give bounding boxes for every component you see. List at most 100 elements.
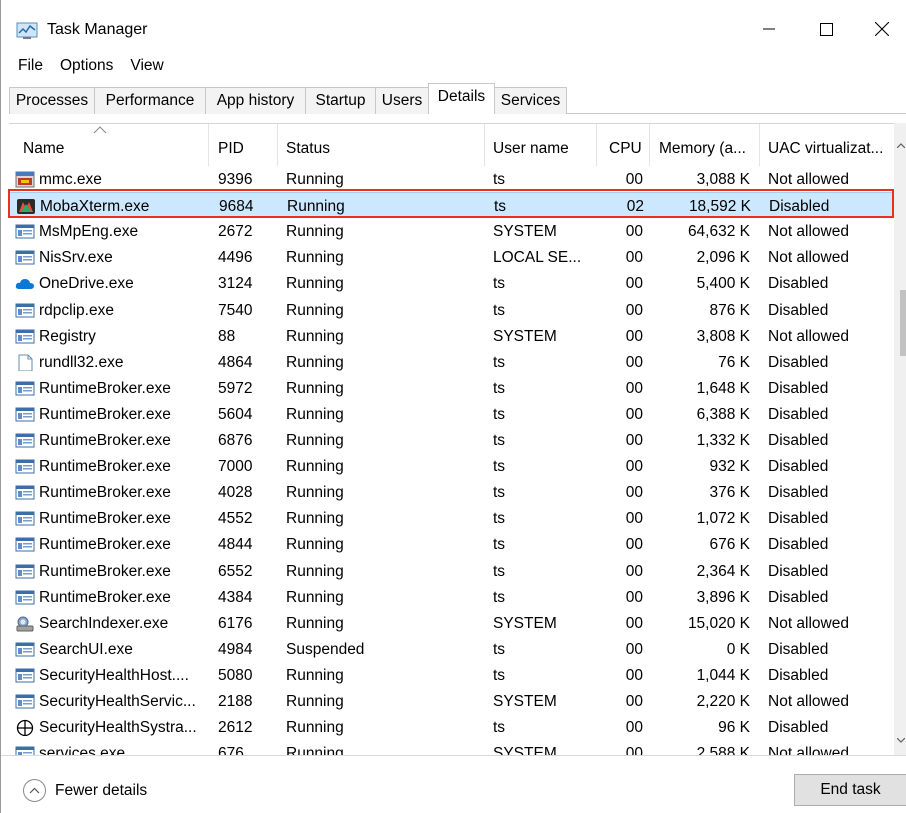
details-table: Name PID Status User name CPU Memory (a.… — [9, 123, 906, 755]
cell-name: NisSrv.exe — [39, 249, 113, 267]
vertical-scrollbar[interactable] — [894, 123, 906, 755]
cell-user: SYSTEM — [493, 223, 557, 241]
cell-uac: Not allowed — [768, 693, 849, 710]
table-row[interactable]: SecurityHealthServic... 2188 Running SYSTEM… — [9, 688, 906, 714]
cell-mem: 876 K — [709, 301, 750, 319]
cell-user: ts — [493, 510, 506, 528]
cell-mem: 2,364 K — [696, 562, 750, 580]
cell-cpu: 00 — [625, 432, 643, 449]
app-window-icon — [15, 329, 35, 344]
cell-name: RuntimeBroker.exe — [39, 484, 171, 502]
cell-name: SecurityHealthServic... — [39, 693, 196, 710]
cell-pid: 7000 — [218, 458, 253, 476]
cell-name: rundll32.exe — [39, 353, 124, 371]
table-row[interactable]: RuntimeBroker.exe 4384 Running ts 00 3,896 K D… — [9, 584, 906, 610]
table-row[interactable]: SearchIndexer.exe 6176 Running SYSTEM 00 15,0… — [9, 610, 906, 636]
cell-status: Running — [286, 379, 344, 397]
tab-app-history[interactable]: App history — [205, 87, 306, 114]
cell-mem: 96 K — [718, 719, 750, 737]
cell-cpu: 00 — [625, 719, 643, 737]
column-header-status[interactable]: Status — [278, 124, 485, 166]
table-row[interactable]: RuntimeBroker.exe 5604 Running ts 00 6,388 K D… — [9, 401, 906, 427]
cell-status: Running — [286, 249, 344, 267]
cell-user: SYSTEM — [493, 614, 557, 632]
cell-pid: 6176 — [218, 614, 253, 632]
footer-bar: Fewer details End task — [1, 755, 906, 813]
table-row[interactable]: Registry 88 Running SYSTEM 00 3,808 K Not allo… — [9, 323, 906, 349]
table-row[interactable]: RuntimeBroker.exe 4552 Running ts 00 1,072 K D… — [9, 505, 906, 531]
cell-mem: 932 K — [709, 458, 750, 476]
title-bar: Task Manager — [1, 0, 906, 48]
cell-cpu: 00 — [625, 405, 643, 423]
table-row[interactable]: rundll32.exe 4864 Running ts 00 76 K Disabled — [9, 349, 906, 375]
app-window-icon — [15, 564, 35, 578]
column-header-user-name[interactable]: User name — [485, 124, 597, 166]
table-row[interactable]: services.exe 676 Running SYSTEM 00 2,588 K Not… — [9, 740, 906, 755]
column-header-uac[interactable]: UAC virtualizat... — [760, 124, 895, 166]
column-header-pid[interactable]: PID — [209, 124, 278, 166]
scroll-up-arrow-icon — [897, 143, 905, 148]
search-indexer-icon — [16, 616, 34, 632]
cell-name: SecurityHealthHost.... — [39, 666, 189, 684]
tab-performance[interactable]: Performance — [94, 87, 206, 114]
cell-uac: Disabled — [768, 484, 829, 502]
cell-uac: Disabled — [768, 432, 829, 449]
tab-users[interactable]: Users — [375, 87, 429, 114]
table-row[interactable]: MsMpEng.exe 2672 Running SYSTEM 00 64,632 K No… — [9, 218, 906, 244]
table-row[interactable]: NisSrv.exe 4496 Running LOCAL SE... 00 2,096 … — [9, 244, 906, 270]
tab-processes[interactable]: Processes — [9, 87, 95, 114]
tab-details[interactable]: Details — [428, 83, 495, 114]
table-row[interactable]: RuntimeBroker.exe 6552 Running ts 00 2,364 K D… — [9, 558, 906, 584]
cell-cpu: 00 — [625, 458, 643, 476]
task-manager-icon — [16, 22, 38, 39]
app-window-icon — [15, 250, 35, 265]
table-row[interactable]: RuntimeBroker.exe 6876 Running ts 00 1,332 K D… — [9, 427, 906, 453]
menu-view[interactable]: View — [121, 55, 171, 79]
cell-status: Running — [286, 666, 344, 684]
app-window-icon — [15, 459, 35, 474]
cell-cpu: 00 — [625, 327, 643, 345]
cell-cpu: 00 — [625, 301, 643, 319]
menu-file[interactable]: File — [1, 55, 51, 79]
cell-cpu: 00 — [625, 379, 643, 397]
minimize-button[interactable] — [744, 10, 794, 48]
tab-startup[interactable]: Startup — [305, 87, 376, 114]
close-button[interactable] — [857, 10, 906, 48]
table-row[interactable]: RuntimeBroker.exe 5972 Running ts 00 1,648 K D… — [9, 375, 906, 401]
table-row[interactable]: mmc.exe 9396 Running ts 00 3,088 K Not allowed — [9, 166, 906, 192]
table-row[interactable]: SearchUI.exe 4984 Suspended ts 00 0 K Disabled — [9, 636, 906, 662]
cell-cpu: 00 — [625, 223, 643, 241]
cell-pid: 6876 — [218, 432, 253, 449]
cell-name: RuntimeBroker.exe — [39, 379, 171, 397]
table-row[interactable]: rdpclip.exe 7540 Running ts 00 876 K Disabled — [9, 297, 906, 323]
maximize-button[interactable] — [801, 10, 851, 48]
menu-options[interactable]: Options — [51, 55, 121, 79]
column-header-name[interactable]: Name — [9, 124, 209, 166]
cell-name: services.exe — [39, 745, 126, 755]
scrollbar-thumb[interactable] — [900, 290, 906, 356]
table-row[interactable]: MobaXterm.exe 9684 Running ts 02 18,592 K Disa… — [9, 192, 906, 219]
end-task-button[interactable]: End task — [794, 774, 906, 806]
cell-uac: Disabled — [768, 719, 829, 737]
cell-cpu: 00 — [625, 171, 643, 188]
cell-user: ts — [493, 379, 506, 397]
table-row[interactable]: SecurityHealthSystra... 2612 Running ts 00 96… — [9, 714, 906, 740]
cell-user: ts — [493, 484, 506, 502]
column-header-memory[interactable]: Memory (a... — [650, 124, 760, 166]
cell-name: SearchIndexer.exe — [39, 614, 169, 632]
cell-mem: 18,592 K — [688, 198, 751, 216]
table-row[interactable]: RuntimeBroker.exe 4028 Running ts 00 376 K Dis… — [9, 479, 906, 505]
table-row[interactable]: OneDrive.exe 3124 Running ts 00 5,400 K Disabl… — [9, 270, 906, 296]
fewer-details-button[interactable]: Fewer details — [23, 779, 147, 802]
table-row[interactable]: RuntimeBroker.exe 4844 Running ts 00 676 K Dis… — [9, 531, 906, 557]
column-header-cpu[interactable]: CPU — [597, 124, 650, 166]
table-row[interactable]: SecurityHealthHost.... 5080 Running ts 00 1,0… — [9, 662, 906, 688]
cell-user: ts — [493, 301, 506, 319]
cell-pid: 4552 — [218, 510, 253, 528]
close-icon — [875, 22, 889, 36]
tab-services[interactable]: Services — [494, 87, 567, 114]
cell-uac: Not allowed — [768, 327, 849, 345]
cell-name: MobaXterm.exe — [40, 198, 150, 216]
table-row[interactable]: RuntimeBroker.exe 7000 Running ts 00 932 K Dis… — [9, 453, 906, 479]
cell-status: Running — [286, 484, 344, 502]
